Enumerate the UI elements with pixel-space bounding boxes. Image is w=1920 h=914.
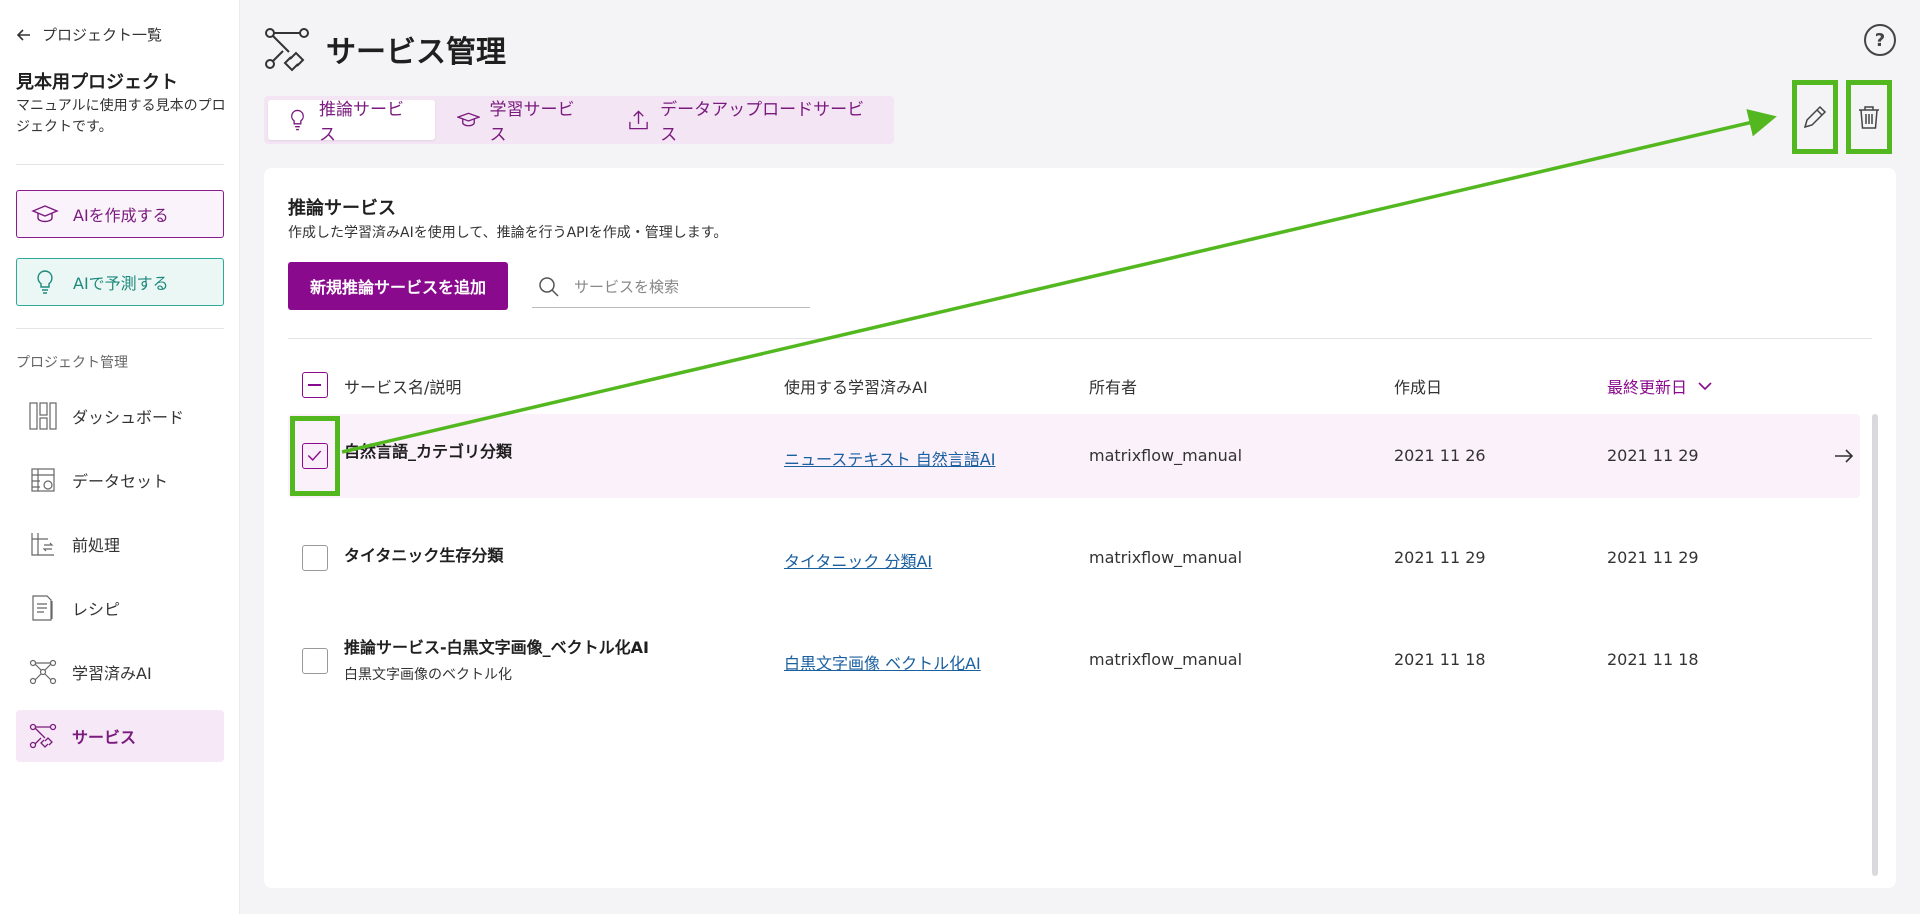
sidebar-item-recipe[interactable]: レシピ xyxy=(16,582,224,634)
predict-ai-label: AIで予測する xyxy=(73,274,169,293)
sidebar-item-label: サービス xyxy=(72,728,137,747)
column-header-created: 作成日 xyxy=(1394,378,1443,397)
search-box xyxy=(532,266,810,308)
row-checkbox[interactable] xyxy=(302,648,328,674)
preprocess-icon xyxy=(31,533,54,556)
help-icon[interactable]: ? xyxy=(1864,24,1896,56)
created-date-cell: 2021 11 26 xyxy=(1394,446,1486,465)
trained-ai-link[interactable]: ニューステキスト 自然言語AI xyxy=(784,446,995,470)
search-icon xyxy=(539,276,559,297)
trained-ai-link[interactable]: タイタニック 分類AI xyxy=(784,548,932,572)
service-icon xyxy=(29,723,57,749)
create-ai-button[interactable]: AIを作成する xyxy=(16,190,224,238)
service-name: タイタニック生存分類 xyxy=(344,546,504,565)
owner-cell: matrixflow_manual xyxy=(1089,650,1243,669)
create-ai-label: AIを作成する xyxy=(73,206,169,225)
select-all-checkbox[interactable] xyxy=(302,372,328,398)
sidebar-divider xyxy=(16,328,224,329)
tab-label: データアップロードサービス xyxy=(660,100,865,145)
project-management-label: プロジェクト管理 xyxy=(16,355,128,371)
owner-cell: matrixflow_manual xyxy=(1089,548,1243,567)
graduation-cap-icon xyxy=(31,205,59,223)
column-header-owner: 所有者 xyxy=(1089,378,1138,397)
predict-ai-button[interactable]: AIで予測する xyxy=(16,258,224,306)
tab-training-service[interactable]: 学習サービス xyxy=(439,100,606,145)
table-row[interactable]: 推論サービス-白黒文字画像_ベクトル化AI 白黒文字画像のベクトル化 白黒文字画… xyxy=(288,618,1860,702)
table-row[interactable]: タイタニック生存分類 タイタニック 分類AI matrixflow_manual… xyxy=(288,516,1860,600)
row-checkbox[interactable] xyxy=(302,545,328,571)
table-row[interactable]: 自然言語_カテゴリ分類 ニューステキスト 自然言語AI matrixflow_m… xyxy=(288,414,1860,498)
card-title: 推論サービス xyxy=(288,198,396,219)
created-date-cell: 2021 11 29 xyxy=(1394,548,1486,567)
chevron-down-icon xyxy=(1698,382,1712,391)
sidebar-item-label: データセット xyxy=(72,472,169,491)
trained-ai-icon xyxy=(29,659,57,685)
arrow-left-icon xyxy=(16,28,30,41)
arrow-right-icon[interactable] xyxy=(1832,444,1856,468)
service-description: 白黒文字画像のベクトル化 xyxy=(344,667,512,683)
column-header-updated[interactable]: 最終更新日 xyxy=(1607,374,1713,398)
add-inference-service-button[interactable]: 新規推論サービスを追加 xyxy=(288,262,508,310)
owner-cell: matrixflow_manual xyxy=(1089,446,1243,465)
scrollbar-thumb[interactable] xyxy=(1872,414,1878,876)
sidebar-item-dashboard[interactable]: ダッシュボード xyxy=(16,390,224,442)
lightbulb-icon xyxy=(37,270,53,294)
sidebar-item-label: ダッシュボード xyxy=(72,408,185,427)
sidebar-item-label: 学習済みAI xyxy=(72,664,152,683)
tab-inference-service[interactable]: 推論サービス xyxy=(268,100,435,145)
tab-data-upload-service[interactable]: データアップロードサービス xyxy=(609,100,890,145)
project-name: 見本用プロジェクト xyxy=(16,72,178,93)
updated-date-cell: 2021 11 29 xyxy=(1607,446,1699,465)
trained-ai-link[interactable]: 白黒文字画像 ベクトル化AI xyxy=(784,650,981,674)
upload-icon xyxy=(629,110,648,130)
card-description: 作成した学習済みAIを使用して、推論を行うAPIを作成・管理します。 xyxy=(288,225,728,241)
back-to-projects-link[interactable]: プロジェクト一覧 xyxy=(16,24,162,45)
table-scrollbar[interactable] xyxy=(1872,414,1878,876)
sidebar-item-service[interactable]: サービス xyxy=(16,710,224,762)
card-divider xyxy=(288,338,1872,339)
checkbox-highlight xyxy=(290,416,340,496)
sidebar-item-label: レシピ xyxy=(72,600,121,619)
service-name: 推論サービス-白黒文字画像_ベクトル化AI xyxy=(344,638,649,657)
created-date-cell: 2021 11 18 xyxy=(1394,650,1486,669)
project-description: マニュアルに使用する見本のプロジェクトです。 xyxy=(16,98,226,135)
recipe-icon xyxy=(32,595,53,621)
dataset-icon xyxy=(31,468,55,492)
service-icon xyxy=(265,28,309,72)
sidebar-item-trained-ai[interactable]: 学習済みAI xyxy=(16,646,224,698)
page-header: サービス管理 xyxy=(264,26,506,72)
graduation-cap-icon xyxy=(456,112,480,127)
trash-icon xyxy=(1859,106,1879,129)
service-list-card: 推論サービス 作成した学習済みAIを使用して、推論を行うAPIを作成・管理します… xyxy=(264,168,1896,888)
sidebar-item-dataset[interactable]: データセット xyxy=(16,454,224,506)
sidebar-item-label: 前処理 xyxy=(72,536,121,555)
column-header-name: サービス名/説明 xyxy=(344,378,462,397)
tab-label: 推論サービス xyxy=(318,100,404,145)
back-link-label: プロジェクト一覧 xyxy=(42,26,163,44)
lightbulb-icon xyxy=(291,109,304,131)
sidebar-item-preprocess[interactable]: 前処理 xyxy=(16,518,224,570)
column-header-updated-label: 最終更新日 xyxy=(1607,378,1688,397)
updated-date-cell: 2021 11 29 xyxy=(1607,548,1699,567)
tab-label: 学習サービス xyxy=(489,100,575,145)
service-tabs: 推論サービス 学習サービス データアップロードサービス xyxy=(264,96,894,145)
column-header-model: 使用する学習済みAI xyxy=(784,378,928,397)
sidebar: プロジェクト一覧 見本用プロジェクト マニュアルに使用する見本のプロジェクトです… xyxy=(0,0,240,914)
delete-button[interactable] xyxy=(1846,80,1892,154)
page-title: サービス管理 xyxy=(326,35,506,70)
dashboard-icon xyxy=(29,402,57,430)
edit-button[interactable] xyxy=(1792,80,1838,154)
sidebar-divider xyxy=(16,164,224,165)
search-input[interactable] xyxy=(574,277,774,296)
service-name: 自然言語_カテゴリ分類 xyxy=(344,442,513,461)
updated-date-cell: 2021 11 18 xyxy=(1607,650,1699,669)
pencil-icon xyxy=(1803,105,1827,129)
